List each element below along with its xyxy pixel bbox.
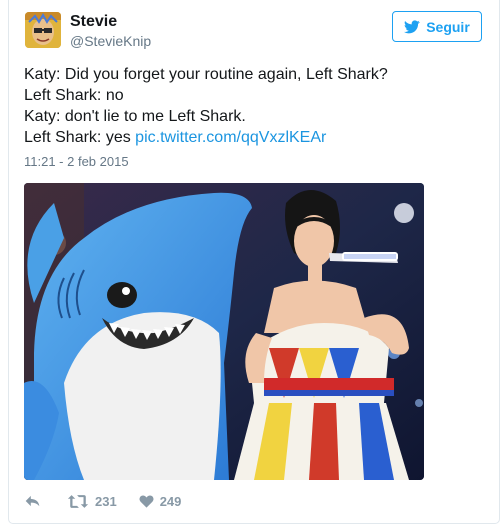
display-name[interactable]: Stevie (70, 12, 117, 32)
pic-link[interactable]: pic.twitter.com/qqVxzlKEAr (135, 129, 326, 146)
username-handle[interactable]: @StevieKnip (70, 32, 151, 50)
tweet-line-text: Left Shark: yes (24, 129, 131, 146)
like-count: 249 (159, 493, 182, 509)
tweet-line: Left Shark: no (24, 87, 124, 104)
timestamp[interactable]: 11:21 - 2 feb 2015 (24, 153, 129, 171)
twitter-bird-icon (404, 19, 420, 33)
tweet-line: Katy: Did you forget your routine again,… (24, 66, 388, 83)
tweet-actions: 231 249 (24, 491, 181, 511)
tweet-text: Katy: Did you forget your routine again,… (24, 64, 484, 148)
follow-button[interactable]: Seguir (392, 11, 482, 42)
like-button[interactable]: 249 (139, 493, 182, 509)
avatar[interactable] (25, 12, 61, 48)
follow-label: Seguir (426, 18, 470, 35)
heart-icon (139, 494, 154, 508)
retweet-button[interactable]: 231 (67, 494, 117, 509)
tweet-line: Katy: don't lie to me Left Shark. (24, 108, 246, 125)
reply-button[interactable] (24, 494, 41, 508)
avatar-image (25, 12, 61, 48)
retweet-count: 231 (95, 493, 117, 509)
tweet-photo[interactable] (24, 183, 424, 480)
retweet-icon (67, 494, 89, 508)
photo-illustration (24, 183, 424, 480)
tweet-line: Left Shark: yes pic.twitter.com/qqVxzlKE… (24, 127, 484, 148)
reply-icon (25, 495, 40, 507)
tweet-card: Stevie @StevieKnip Seguir Katy: Did you … (8, 0, 500, 524)
